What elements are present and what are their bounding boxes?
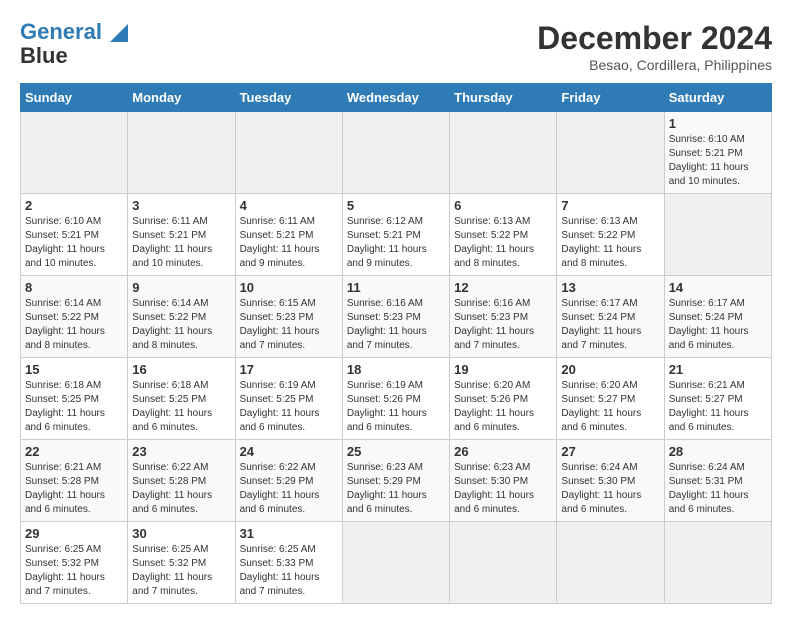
table-row: 8Sunrise: 6:14 AMSunset: 5:22 PMDaylight…: [21, 276, 128, 358]
table-row: 4Sunrise: 6:11 AMSunset: 5:21 PMDaylight…: [235, 194, 342, 276]
table-row: [342, 522, 449, 604]
header-row: Sunday Monday Tuesday Wednesday Thursday…: [21, 84, 772, 112]
table-row: [235, 112, 342, 194]
table-row: 3Sunrise: 6:11 AMSunset: 5:21 PMDaylight…: [128, 194, 235, 276]
table-row: 9Sunrise: 6:14 AMSunset: 5:22 PMDaylight…: [128, 276, 235, 358]
table-row: 21Sunrise: 6:21 AMSunset: 5:27 PMDayligh…: [664, 358, 771, 440]
table-row: 7Sunrise: 6:13 AMSunset: 5:22 PMDaylight…: [557, 194, 664, 276]
col-tuesday: Tuesday: [235, 84, 342, 112]
table-row: [21, 112, 128, 194]
col-sunday: Sunday: [21, 84, 128, 112]
page-header: General Blue December 2024 Besao, Cordil…: [20, 20, 772, 73]
col-saturday: Saturday: [664, 84, 771, 112]
table-row: [664, 194, 771, 276]
table-row: 5Sunrise: 6:12 AMSunset: 5:21 PMDaylight…: [342, 194, 449, 276]
table-row: 22Sunrise: 6:21 AMSunset: 5:28 PMDayligh…: [21, 440, 128, 522]
page-subtitle: Besao, Cordillera, Philippines: [537, 57, 772, 73]
table-row: [128, 112, 235, 194]
logo-blue-text: Blue: [20, 43, 68, 68]
page-title: December 2024: [537, 20, 772, 57]
table-row: 15Sunrise: 6:18 AMSunset: 5:25 PMDayligh…: [21, 358, 128, 440]
logo-text: General: [20, 20, 128, 44]
col-friday: Friday: [557, 84, 664, 112]
table-row: 28Sunrise: 6:24 AMSunset: 5:31 PMDayligh…: [664, 440, 771, 522]
table-row: 24Sunrise: 6:22 AMSunset: 5:29 PMDayligh…: [235, 440, 342, 522]
table-row: [664, 522, 771, 604]
table-row: 25Sunrise: 6:23 AMSunset: 5:29 PMDayligh…: [342, 440, 449, 522]
logo-arrow-icon: [110, 24, 128, 42]
table-row: 10Sunrise: 6:15 AMSunset: 5:23 PMDayligh…: [235, 276, 342, 358]
logo: General Blue: [20, 20, 128, 68]
table-row: 1Sunrise: 6:10 AMSunset: 5:21 PMDaylight…: [664, 112, 771, 194]
table-row: 6Sunrise: 6:13 AMSunset: 5:22 PMDaylight…: [450, 194, 557, 276]
table-row: 20Sunrise: 6:20 AMSunset: 5:27 PMDayligh…: [557, 358, 664, 440]
table-row: 18Sunrise: 6:19 AMSunset: 5:26 PMDayligh…: [342, 358, 449, 440]
table-row: [557, 112, 664, 194]
table-row: 26Sunrise: 6:23 AMSunset: 5:30 PMDayligh…: [450, 440, 557, 522]
table-row: 11Sunrise: 6:16 AMSunset: 5:23 PMDayligh…: [342, 276, 449, 358]
table-row: [450, 112, 557, 194]
col-wednesday: Wednesday: [342, 84, 449, 112]
col-thursday: Thursday: [450, 84, 557, 112]
col-monday: Monday: [128, 84, 235, 112]
table-row: 23Sunrise: 6:22 AMSunset: 5:28 PMDayligh…: [128, 440, 235, 522]
table-row: 12Sunrise: 6:16 AMSunset: 5:23 PMDayligh…: [450, 276, 557, 358]
table-row: 27Sunrise: 6:24 AMSunset: 5:30 PMDayligh…: [557, 440, 664, 522]
table-row: 29Sunrise: 6:25 AMSunset: 5:32 PMDayligh…: [21, 522, 128, 604]
table-row: [557, 522, 664, 604]
title-block: December 2024 Besao, Cordillera, Philipp…: [537, 20, 772, 73]
table-row: 17Sunrise: 6:19 AMSunset: 5:25 PMDayligh…: [235, 358, 342, 440]
table-row: 30Sunrise: 6:25 AMSunset: 5:32 PMDayligh…: [128, 522, 235, 604]
table-row: [450, 522, 557, 604]
table-row: 19Sunrise: 6:20 AMSunset: 5:26 PMDayligh…: [450, 358, 557, 440]
table-row: 2Sunrise: 6:10 AMSunset: 5:21 PMDaylight…: [21, 194, 128, 276]
table-row: 13Sunrise: 6:17 AMSunset: 5:24 PMDayligh…: [557, 276, 664, 358]
table-row: 14Sunrise: 6:17 AMSunset: 5:24 PMDayligh…: [664, 276, 771, 358]
table-row: 31Sunrise: 6:25 AMSunset: 5:33 PMDayligh…: [235, 522, 342, 604]
table-row: [342, 112, 449, 194]
table-row: 16Sunrise: 6:18 AMSunset: 5:25 PMDayligh…: [128, 358, 235, 440]
calendar-table: Sunday Monday Tuesday Wednesday Thursday…: [20, 83, 772, 604]
